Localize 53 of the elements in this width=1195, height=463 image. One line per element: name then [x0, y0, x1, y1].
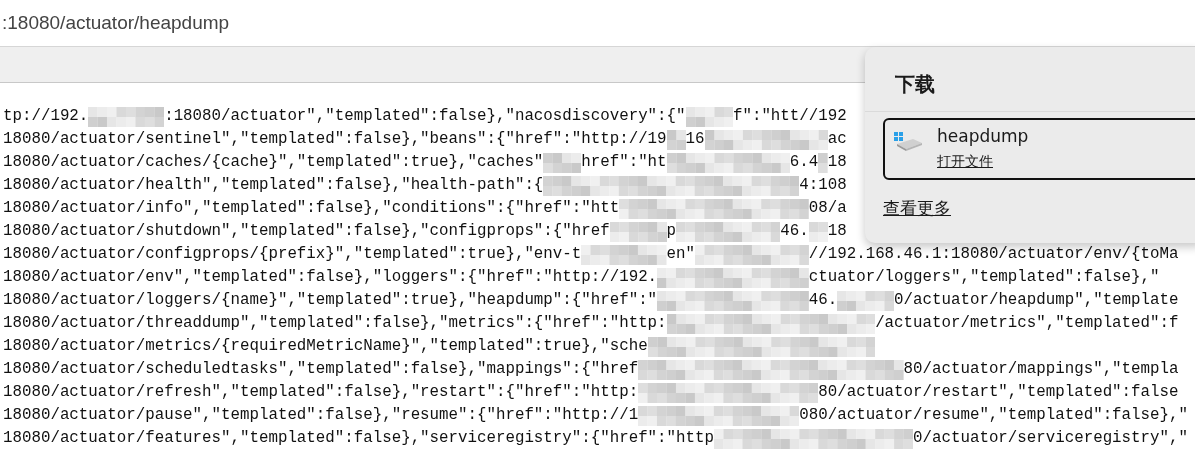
code-text: p: [666, 221, 677, 242]
pixelated-redaction: [837, 290, 895, 311]
code-text: 18080/actuator/refresh","templated":false},"restart":{"href":"http:: [3, 382, 639, 403]
file-icon: [893, 131, 923, 151]
pixelated-redaction: [543, 152, 582, 173]
code-text: 18: [827, 221, 847, 242]
code-text: 4:1: [799, 175, 828, 196]
pixelated-redaction: [609, 221, 667, 242]
code-text: 08: [827, 175, 847, 196]
code-text: :18080/actuator","templated":false},"nacosdiscovery":{": [164, 106, 686, 127]
code-text: 16: [685, 129, 705, 150]
pixelated-redaction: [685, 106, 733, 127]
code-text: 0/actuator/serviceregistry",": [913, 428, 1188, 449]
code-text: ctuator/loggers","templated":false},": [808, 267, 1160, 288]
code-text: tp://192.: [3, 106, 89, 127]
code-text: 18080/actuator/threaddump","templated":false},"metrics":{"href":"http:: [3, 313, 667, 334]
code-text: 18080/actuator/pause","templated":false},"resume":{"href":"http://1: [3, 405, 639, 426]
code-text: 18080/actuator/features","templated":false},"serviceregistry":{"href":"http: [3, 428, 714, 449]
code-text: //192.168.46.1:18080/actuator/env/{toMa: [808, 244, 1179, 265]
code-text: //192: [799, 106, 847, 127]
open-file-link[interactable]: 打开文件: [937, 151, 993, 171]
code-text: 18080/actuator/info","templated":false},"conditions":{"href":"htt: [3, 198, 620, 219]
code-text: 80/actuator/restart","templated":false: [818, 382, 1179, 403]
code-text: 6.4: [789, 152, 819, 173]
code-text: 18080/actuator/env","templated":false},"loggers":{"href":"http://192.: [3, 267, 658, 288]
pixelated-redaction: [818, 152, 828, 173]
code-text: en": [666, 244, 696, 265]
code-text: href":"ht: [581, 152, 667, 173]
code-text: 18080/actuator/caches/{cache}","templated":true},"caches": [3, 152, 544, 173]
code-text: 46.: [780, 221, 809, 242]
code-text: 18: [827, 152, 847, 173]
see-more-link[interactable]: 查看更多: [883, 196, 951, 222]
code-text: 80/actuator/mappings","templa: [903, 359, 1179, 380]
file-name: heapdump: [937, 125, 1029, 147]
code-text: 18080/actuator/sentinel","templated":false},"beans":{"href":"http://19: [3, 129, 667, 150]
code-text: f":"htt: [732, 106, 800, 127]
code-text: 18080/actuator/health","templated":false},"health-path":{: [3, 175, 544, 196]
address-text[interactable]: :18080/actuator/heapdump: [2, 8, 230, 38]
code-text: 08/a: [808, 198, 847, 219]
code-text: 46.: [808, 290, 838, 311]
pixelated-redaction: [666, 129, 686, 150]
code-text: 18080/actuator/loggers/{name}","templated":true},"heapdump":{"href":": [3, 290, 658, 311]
code-text: 0/actuator/heapdump","template: [894, 290, 1179, 311]
code-text: ac: [827, 129, 847, 150]
code-text: 18080/actuator/configprops/{prefix}","templated":true},"env-t: [3, 244, 582, 265]
code-text: /actuator/metrics","templated":f: [875, 313, 1179, 334]
panel-title: 下载: [895, 71, 936, 98]
code-text: 18080/actuator/scheduledtasks","templated":false},"mappings":{"href: [3, 359, 639, 380]
code-text: 080/actuator/resume","templated":false},": [799, 405, 1188, 426]
download-item[interactable]: heapdump 打开文件: [883, 118, 1195, 180]
pixelated-redaction: [808, 221, 828, 242]
code-text: 18080/actuator/shutdown","templated":false},"configprops":{"href: [3, 221, 610, 242]
code-text: 18080/actuator/metrics/{requiredMetricName}","templated":true},"sche: [3, 336, 648, 357]
